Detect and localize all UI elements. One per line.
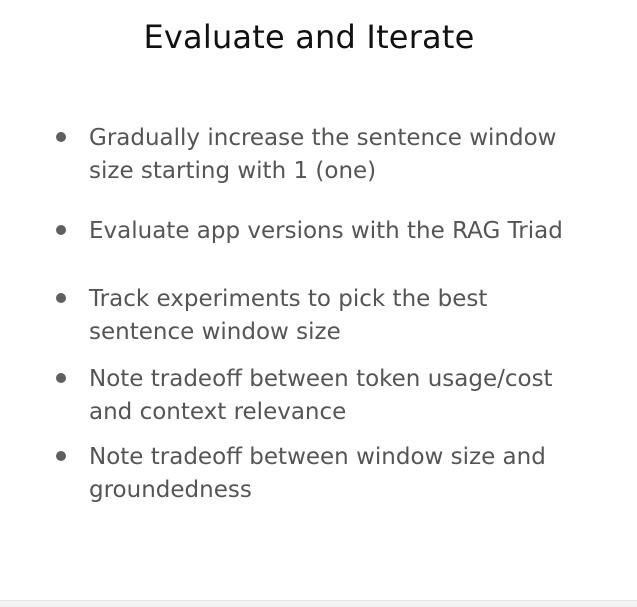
bullet-text: Track experiments to pick the best sente… — [89, 286, 488, 345]
bullet-list: Gradually increase the sentence window s… — [0, 0, 637, 600]
bullet-text: Evaluate app versions with the RAG Triad — [89, 218, 563, 244]
bullet-dot-icon — [56, 373, 66, 383]
bullet-dot-icon — [56, 132, 66, 142]
bullet-text: Note tradeoff between window size and gr… — [89, 444, 546, 503]
bullet-dot-icon — [56, 225, 66, 235]
bullet-dot-icon — [56, 451, 66, 461]
bullet-dot-icon — [56, 293, 66, 303]
bottom-border — [0, 600, 637, 607]
slide: Evaluate and Iterate Gradually increase … — [0, 0, 637, 600]
bullet-text: Note tradeoff between token usage/cost a… — [89, 366, 553, 425]
bullet-text: Gradually increase the sentence window s… — [89, 125, 557, 184]
